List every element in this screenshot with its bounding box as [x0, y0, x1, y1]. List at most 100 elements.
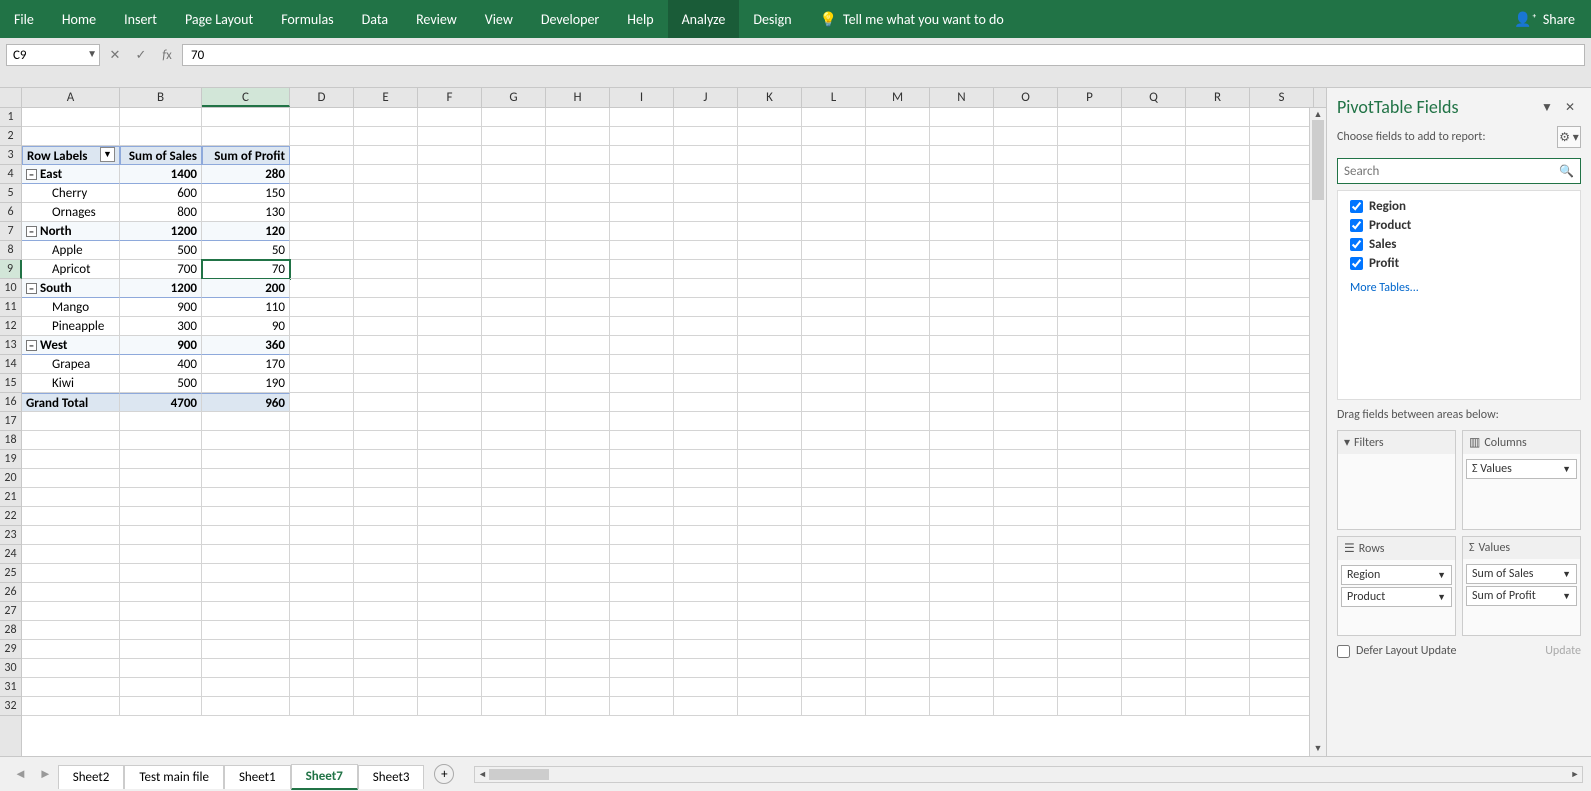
- col-header-H[interactable]: H: [546, 88, 610, 107]
- ribbon-tab-view[interactable]: View: [471, 0, 527, 38]
- row-header-25[interactable]: 25: [0, 564, 21, 583]
- row-header-14[interactable]: 14: [0, 355, 21, 374]
- scroll-down-icon[interactable]: ▼: [1310, 742, 1326, 756]
- collapse-icon[interactable]: −: [26, 283, 37, 294]
- vertical-scrollbar[interactable]: ▲ ▼: [1309, 108, 1326, 756]
- name-box[interactable]: C9▼: [6, 44, 100, 66]
- tab-nav-prev[interactable]: ◄: [8, 766, 33, 782]
- field-profit[interactable]: Profit: [1350, 254, 1568, 273]
- zone-item[interactable]: Sum of Sales▼: [1466, 564, 1577, 584]
- col-header-A[interactable]: A: [22, 88, 120, 107]
- field-region[interactable]: Region: [1350, 197, 1568, 216]
- col-header-P[interactable]: P: [1058, 88, 1122, 107]
- select-all-corner[interactable]: [0, 88, 22, 107]
- ribbon-tab-home[interactable]: Home: [48, 0, 110, 38]
- row-header-4[interactable]: 4: [0, 165, 21, 184]
- row-header-15[interactable]: 15: [0, 374, 21, 393]
- zone-item[interactable]: Sum of Profit▼: [1466, 586, 1577, 606]
- row-header-29[interactable]: 29: [0, 640, 21, 659]
- scroll-thumb[interactable]: [489, 769, 549, 780]
- col-header-E[interactable]: E: [354, 88, 418, 107]
- ribbon-tab-developer[interactable]: Developer: [527, 0, 613, 38]
- row-header-30[interactable]: 30: [0, 659, 21, 678]
- fx-icon[interactable]: fx: [158, 46, 176, 64]
- zone-item[interactable]: Σ Values▼: [1466, 459, 1577, 479]
- field-sales[interactable]: Sales: [1350, 235, 1568, 254]
- row-header-8[interactable]: 8: [0, 241, 21, 260]
- share-button[interactable]: 👤⁺Share: [1498, 11, 1591, 28]
- scroll-right-icon[interactable]: ►: [1568, 767, 1582, 782]
- add-sheet-button[interactable]: +: [434, 764, 454, 784]
- row-header-1[interactable]: 1: [0, 108, 21, 127]
- gear-icon[interactable]: ⚙ ▾: [1557, 126, 1581, 148]
- chevron-down-icon[interactable]: ▼: [1437, 570, 1446, 581]
- row-header-21[interactable]: 21: [0, 488, 21, 507]
- horizontal-scrollbar[interactable]: ◄►: [474, 766, 1583, 783]
- values-zone[interactable]: ΣValues Sum of Sales▼Sum of Profit▼: [1462, 536, 1581, 636]
- ribbon-tab-data[interactable]: Data: [348, 0, 402, 38]
- filters-zone[interactable]: ▾Filters: [1337, 430, 1456, 530]
- filter-dropdown-icon[interactable]: ▼: [100, 147, 115, 162]
- ribbon-tab-design[interactable]: Design: [739, 0, 805, 38]
- collapse-icon[interactable]: −: [26, 340, 37, 351]
- ribbon-tab-insert[interactable]: Insert: [110, 0, 171, 38]
- row-header-3[interactable]: 3: [0, 146, 21, 165]
- col-header-G[interactable]: G: [482, 88, 546, 107]
- tab-nav-next[interactable]: ►: [33, 766, 58, 782]
- active-cell[interactable]: 70: [202, 260, 290, 279]
- row-header-31[interactable]: 31: [0, 678, 21, 697]
- tell-me[interactable]: 💡Tell me what you want to do: [806, 11, 1018, 28]
- ribbon-tab-file[interactable]: File: [0, 0, 48, 38]
- columns-zone[interactable]: ▥Columns Σ Values▼: [1462, 430, 1581, 530]
- sheet-tab-sheet1[interactable]: Sheet1: [224, 765, 291, 789]
- sheet-tab-sheet2[interactable]: Sheet2: [58, 765, 125, 789]
- chevron-down-icon[interactable]: ▼: [87, 47, 97, 60]
- cancel-icon[interactable]: ✕: [106, 46, 124, 64]
- search-icon[interactable]: 🔍: [1559, 164, 1574, 179]
- col-header-D[interactable]: D: [290, 88, 354, 107]
- field-search[interactable]: 🔍: [1337, 158, 1581, 184]
- row-header-26[interactable]: 26: [0, 583, 21, 602]
- close-icon[interactable]: ✕: [1559, 100, 1581, 115]
- more-tables-link[interactable]: More Tables...: [1350, 281, 1568, 295]
- col-header-C[interactable]: C: [202, 88, 290, 107]
- sheet-tab-sheet7[interactable]: Sheet7: [291, 764, 358, 790]
- row-header-13[interactable]: 13: [0, 336, 21, 355]
- row-header-17[interactable]: 17: [0, 412, 21, 431]
- col-header-F[interactable]: F: [418, 88, 482, 107]
- col-header-J[interactable]: J: [674, 88, 738, 107]
- ribbon-tab-page-layout[interactable]: Page Layout: [171, 0, 267, 38]
- field-checkbox[interactable]: [1350, 219, 1363, 232]
- row-header-12[interactable]: 12: [0, 317, 21, 336]
- col-header-K[interactable]: K: [738, 88, 802, 107]
- row-header-10[interactable]: 10: [0, 279, 21, 298]
- zone-item[interactable]: Product▼: [1341, 587, 1452, 607]
- field-checkbox[interactable]: [1350, 257, 1363, 270]
- col-header-I[interactable]: I: [610, 88, 674, 107]
- field-product[interactable]: Product: [1350, 216, 1568, 235]
- chevron-down-icon[interactable]: ▼: [1562, 591, 1571, 602]
- ribbon-tab-help[interactable]: Help: [613, 0, 667, 38]
- field-checkbox[interactable]: [1350, 238, 1363, 251]
- pane-options-icon[interactable]: ▼: [1535, 100, 1559, 115]
- row-header-7[interactable]: 7: [0, 222, 21, 241]
- ribbon-tab-analyze[interactable]: Analyze: [668, 0, 740, 38]
- chevron-down-icon[interactable]: ▼: [1562, 569, 1571, 580]
- row-header-28[interactable]: 28: [0, 621, 21, 640]
- collapse-icon[interactable]: −: [26, 169, 37, 180]
- ribbon-tab-formulas[interactable]: Formulas: [267, 0, 347, 38]
- row-header-22[interactable]: 22: [0, 507, 21, 526]
- col-header-B[interactable]: B: [120, 88, 202, 107]
- defer-checkbox[interactable]: [1337, 645, 1350, 658]
- rows-zone[interactable]: ☰Rows Region▼Product▼: [1337, 536, 1456, 636]
- row-header-27[interactable]: 27: [0, 602, 21, 621]
- scroll-thumb[interactable]: [1312, 120, 1324, 200]
- search-input[interactable]: [1344, 164, 1559, 179]
- col-header-L[interactable]: L: [802, 88, 866, 107]
- enter-icon[interactable]: ✓: [132, 46, 150, 64]
- sheet-tab-test-main-file[interactable]: Test main file: [124, 765, 224, 789]
- row-header-5[interactable]: 5: [0, 184, 21, 203]
- collapse-icon[interactable]: −: [26, 226, 37, 237]
- zone-item[interactable]: Region▼: [1341, 565, 1452, 585]
- row-header-9[interactable]: 9: [0, 260, 22, 279]
